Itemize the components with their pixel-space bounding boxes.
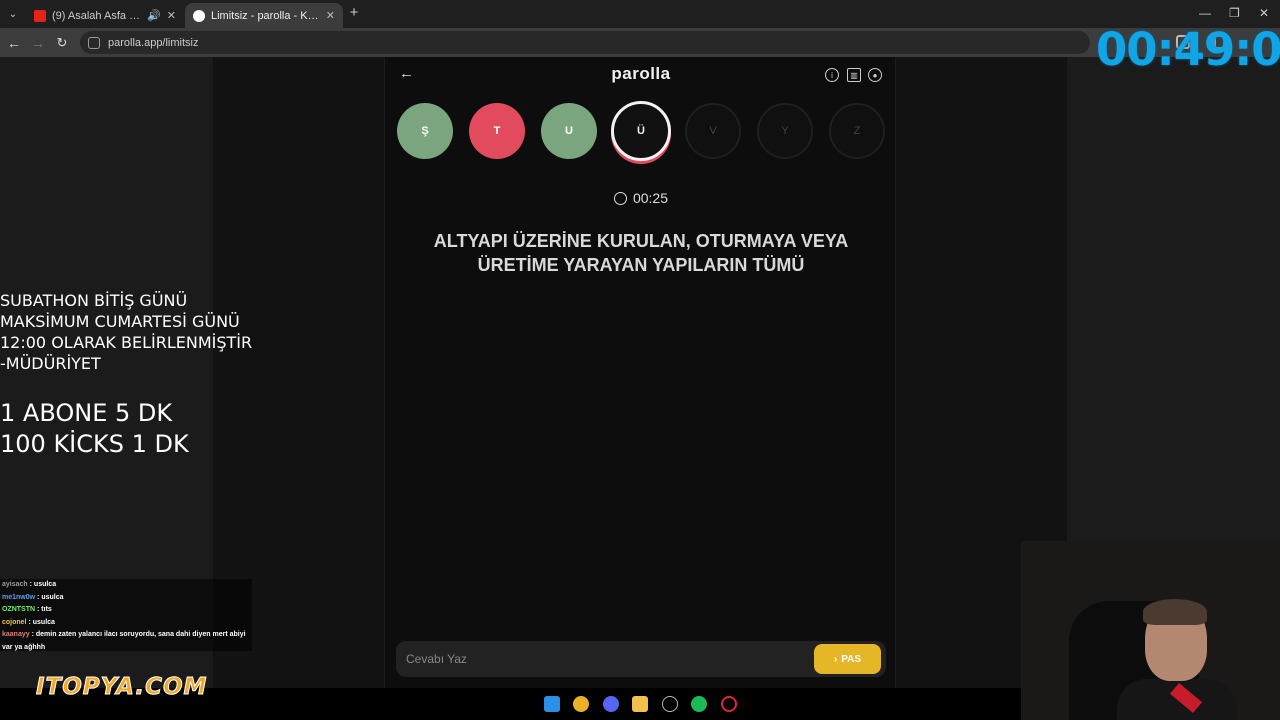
reload-icon[interactable]: ↻ (53, 34, 71, 52)
chrome-icon[interactable] (573, 696, 589, 712)
chat-overlay: ayisach : usulca me1nw0w : usulca OZNTST… (0, 579, 252, 651)
subathon-notice: SUBATHON BİTİŞ GÜNÜ MAKSİMUM CUMARTESİ G… (0, 291, 253, 373)
tab-title: (9) Asalah Asfa - أسفة أصالة (52, 10, 141, 22)
parolla-favicon (193, 9, 205, 22)
pass-button[interactable]: › PAS (814, 644, 881, 674)
chevron-right-icon: › (833, 653, 838, 665)
close-icon[interactable]: ✕ (326, 9, 335, 22)
window-close-icon[interactable]: ✕ (1259, 6, 1269, 20)
pass-label: PAS (841, 653, 862, 665)
countdown: 00:25 (385, 190, 897, 206)
letter-circle: V (685, 103, 741, 159)
forward-arrow-icon[interactable]: → (29, 34, 47, 52)
answer-input[interactable] (396, 641, 806, 677)
sponsor-logo: ITOPYA.COM (35, 674, 208, 701)
countdown-value: 00:25 (632, 190, 669, 206)
minimize-icon[interactable]: — (1199, 6, 1211, 20)
webcam-feed (1021, 541, 1280, 720)
back-arrow-icon[interactable]: ← (5, 34, 23, 52)
folder-icon[interactable] (632, 696, 648, 712)
youtube-icon (34, 9, 46, 22)
letter-circle: Ş (397, 103, 453, 159)
tab-search-button[interactable]: ⌄ (4, 5, 22, 23)
url-text: parolla.app/limitsiz (108, 36, 199, 49)
right-page-margin (1067, 57, 1280, 541)
discord-icon[interactable] (603, 696, 619, 712)
info-icon[interactable]: i (825, 68, 839, 82)
toolbar: ← → ↻ parolla.app/limitsiz (0, 28, 1280, 57)
chat-message: kaanayy : demin zaten yalancı ilacı soru… (2, 631, 246, 651)
letter-circle: Z (829, 103, 885, 159)
letter-circle: U (541, 103, 597, 159)
restore-icon[interactable]: ❐ (1229, 6, 1240, 20)
chat-message: ayisach : usulca (2, 581, 57, 588)
chat-message: OZNTSTN : tıts (2, 606, 52, 613)
obs-icon[interactable] (662, 696, 678, 712)
chat-message: me1nw0w : usulca (2, 593, 64, 601)
new-tab-button[interactable]: + (346, 5, 362, 21)
clock-icon (613, 192, 627, 205)
tab-youtube[interactable]: (9) Asalah Asfa - أسفة أصالة 🔊 ✕ (26, 3, 184, 28)
letter-circle: Y (757, 103, 813, 159)
brand-logo: parolla (611, 64, 671, 83)
site-info-icon[interactable] (88, 36, 100, 49)
letter-circle: T (469, 103, 525, 159)
speaker-icon[interactable]: 🔊 (147, 9, 161, 22)
parolla-app: ← parolla i ▥ ● Ş T U Ü V Y Z 00:25 ALTY… (384, 57, 896, 688)
opera-icon[interactable] (721, 696, 737, 712)
tab-parolla[interactable]: Limitsiz - parolla - Kelime oyunu ✕ (185, 3, 343, 28)
spotify-icon[interactable] (691, 696, 707, 712)
chat-message: cojonel : usulca (2, 618, 55, 626)
windows-start-icon[interactable] (544, 696, 560, 712)
address-bar[interactable]: parolla.app/limitsiz (80, 31, 1090, 54)
stats-icon[interactable]: ▥ (847, 68, 861, 82)
app-header: ← parolla i ▥ ● (385, 57, 897, 91)
tab-strip: ⌄ (9) Asalah Asfa - أسفة أصالة 🔊 ✕ Limit… (0, 0, 1280, 28)
close-icon[interactable]: ✕ (167, 9, 176, 22)
profile-icon[interactable]: ● (868, 68, 882, 82)
question-text: ALTYAPI ÜZERİNE KURULAN, OTURMAYA VEYA Ü… (433, 231, 849, 275)
subathon-rates: 1 ABONE 5 DK 100 KİCKS 1 DK (0, 399, 189, 458)
answer-bar: › PAS (396, 641, 886, 677)
letter-circle-current: Ü (611, 101, 671, 161)
streamer-hair (1143, 599, 1207, 625)
tab-title: Limitsiz - parolla - Kelime oyunu (211, 9, 320, 22)
subathon-timer: 00:49:09 (1096, 23, 1280, 76)
